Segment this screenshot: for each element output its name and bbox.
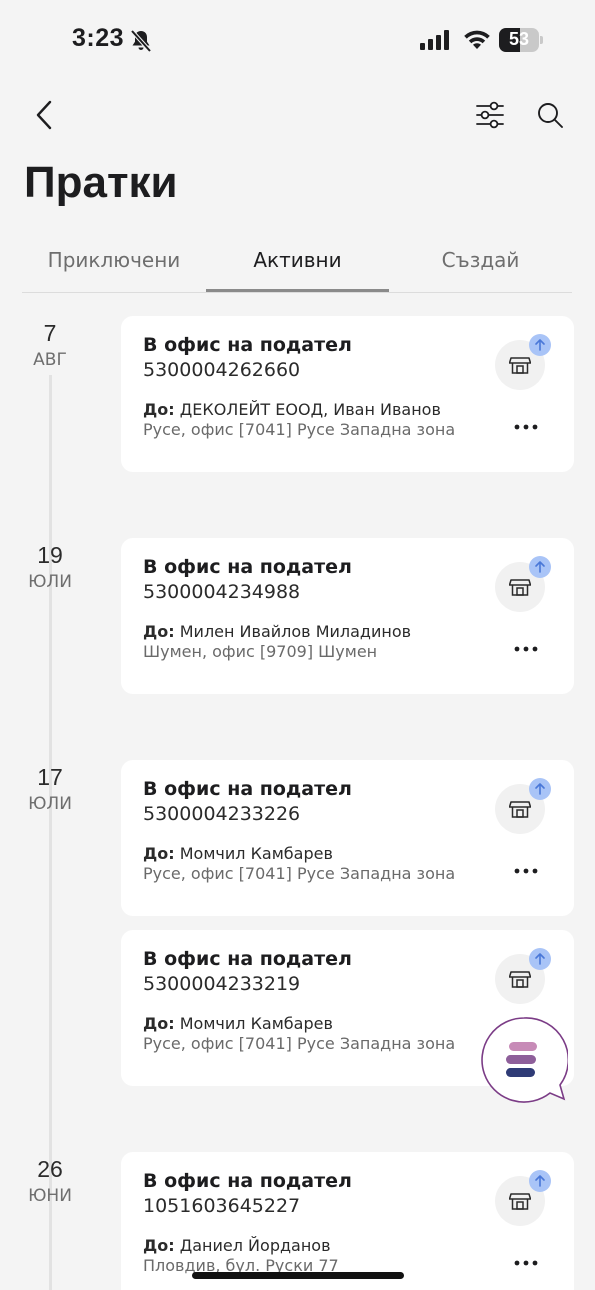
arrow-up-badge [529,334,551,356]
date-month: ЮЛИ [28,794,72,814]
arrow-up-icon [535,1175,545,1187]
recipient-name: Момчил Камбарев [179,844,333,863]
home-indicator[interactable] [192,1272,404,1279]
shipment-status: В офис на подател [143,778,352,800]
tab-create[interactable]: Създай [389,236,572,292]
tracking-number: 5300004233219 [143,973,301,995]
arrow-up-icon [535,339,545,351]
shipment-card[interactable]: В офис на подател 1051603645227 До: Дани… [121,1152,574,1290]
shipment-status: В офис на подател [143,948,352,970]
tracking-number: 5300004233226 [143,803,301,825]
date-month: АВГ [33,350,67,370]
wifi-icon [464,30,490,49]
shipment-card[interactable]: В офис на подател 5300004234988 До: Миле… [121,538,574,694]
recipient-name: Момчил Камбарев [179,1014,333,1033]
recipient: До: Даниел Йорданов [143,1236,331,1255]
recipient-label: До: [143,400,175,419]
shipment-status: В офис на подател [143,556,352,578]
cellular-signal-icon [420,30,449,50]
status-bar: 3:23 53 [0,0,595,80]
date-month: ЮНИ [28,1186,72,1206]
shipment-card[interactable]: В офис на подател 5300004233226 До: Момч… [121,760,574,916]
arrow-up-badge [529,948,551,970]
battery-level-text: 53 [508,29,530,49]
date-day: 7 [43,320,57,346]
shop-icon [509,801,531,818]
more-icon[interactable] [513,1256,539,1270]
recipient-address: Русе, офис [7041] Русе Западна зона [143,1034,456,1053]
active-tab-indicator [206,289,389,292]
tracking-number: 5300004234988 [143,581,301,603]
shipment-status: В офис на подател [143,1170,352,1192]
tab-bar: Приключени Активни Създай [22,236,572,293]
tab-completed[interactable]: Приключени [22,236,206,292]
shop-icon [509,1193,531,1210]
recipient-address: Шумен, офис [9709] Шумен [143,642,378,661]
recipient: До: ДЕКОЛЕЙТ ЕООД, Иван Иванов [143,400,441,419]
tab-active[interactable]: Активни [206,236,389,292]
shipment-card[interactable]: В офис на подател 5300004262660 До: ДЕКО… [121,316,574,472]
timeline-line [49,375,52,1290]
shop-icon [509,971,531,988]
recipient-name: Даниел Йорданов [179,1236,331,1255]
arrow-up-badge [529,556,551,578]
more-icon[interactable] [513,864,539,878]
recipient-label: До: [143,1236,175,1255]
arrow-up-icon [535,953,545,965]
date-day: 19 [37,542,63,568]
recipient-label: До: [143,844,175,863]
search-icon[interactable] [534,98,566,132]
arrow-up-badge [529,1170,551,1192]
recipient: До: Момчил Камбарев [143,1014,333,1033]
shipment-status: В офис на подател [143,334,352,356]
more-icon[interactable] [513,642,539,656]
recipient-label: До: [143,1014,175,1033]
arrow-up-badge [529,778,551,800]
recipient-label: До: [143,622,175,641]
more-icon[interactable] [513,420,539,434]
back-chevron-icon[interactable] [28,96,62,134]
date-day: 17 [37,764,63,790]
arrow-up-icon [535,561,545,573]
chat-logo-icon[interactable] [480,1016,568,1104]
arrow-up-icon [535,783,545,795]
shop-icon [509,357,531,374]
recipient-address: Русе, офис [7041] Русе Западна зона [143,420,456,439]
status-time: 3:23 [72,24,125,52]
page-title: Пратки [24,158,178,207]
date-month: ЮЛИ [28,572,72,592]
recipient-address: Русе, офис [7041] Русе Западна зона [143,864,456,883]
shop-icon [509,579,531,596]
battery-indicator: 53 [499,28,543,52]
recipient: До: Момчил Камбарев [143,844,333,863]
tracking-number: 5300004262660 [143,359,301,381]
tracking-number: 1051603645227 [143,1195,301,1217]
recipient: До: Милен Ивайлов Миладинов [143,622,411,641]
recipient-name: ДЕКОЛЕЙТ ЕООД, Иван Иванов [179,400,441,419]
bell-muted-icon [130,29,152,53]
date-day: 26 [37,1156,63,1182]
filter-sliders-icon[interactable] [474,98,506,132]
recipient-name: Милен Ивайлов Миладинов [179,622,412,641]
